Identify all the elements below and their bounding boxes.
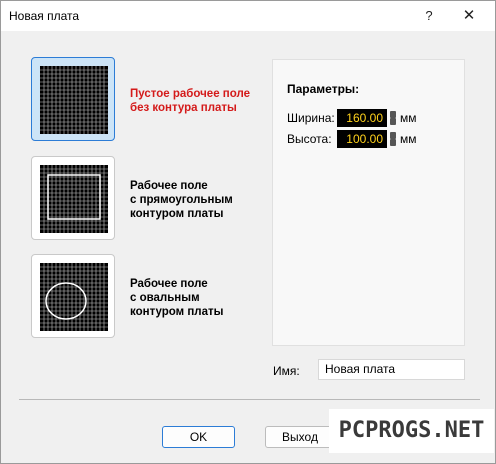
ok-button[interactable]: OK bbox=[162, 426, 235, 448]
name-label: Имя: bbox=[273, 364, 300, 378]
name-input[interactable]: Новая плата bbox=[318, 359, 465, 380]
width-input[interactable]: 160.00 bbox=[337, 109, 387, 127]
spin-down-icon[interactable] bbox=[390, 139, 396, 146]
exit-button[interactable]: Выход bbox=[265, 426, 335, 448]
parameters-title: Параметры: bbox=[287, 82, 360, 96]
spin-up-icon[interactable] bbox=[390, 132, 396, 139]
close-button[interactable]: ✕ bbox=[459, 6, 479, 26]
spin-up-icon[interactable] bbox=[390, 111, 396, 118]
empty-grid-icon bbox=[40, 66, 108, 134]
height-unit: мм bbox=[400, 132, 417, 146]
height-label: Высота: bbox=[287, 132, 332, 146]
option-empty-field[interactable] bbox=[31, 57, 115, 141]
option-empty-field-label[interactable]: Пустое рабочее поле без контура платы bbox=[130, 87, 250, 115]
spin-down-icon[interactable] bbox=[390, 118, 396, 125]
new-board-dialog: Новая плата ? ✕ Пустое рабочее поле без … bbox=[0, 0, 496, 464]
oval-contour-grid-icon bbox=[40, 263, 108, 331]
window-title: Новая плата bbox=[9, 9, 80, 23]
width-unit: мм bbox=[400, 111, 417, 125]
title-bar: Новая плата ? ✕ bbox=[1, 1, 495, 31]
option-oval-contour-label[interactable]: Рабочее поле с овальным контуром платы bbox=[130, 277, 223, 319]
height-input[interactable]: 100.00 bbox=[337, 130, 387, 148]
option-oval-contour[interactable] bbox=[31, 254, 115, 338]
option-rect-contour-label[interactable]: Рабочее поле с прямоугольным контуром пл… bbox=[130, 179, 233, 221]
help-button[interactable]: ? bbox=[419, 6, 439, 26]
separator bbox=[19, 399, 480, 400]
width-spinner[interactable] bbox=[389, 111, 397, 125]
option-rect-contour[interactable] bbox=[31, 156, 115, 240]
width-label: Ширина: bbox=[287, 111, 335, 125]
rect-contour-grid-icon bbox=[40, 165, 108, 233]
height-spinner[interactable] bbox=[389, 132, 397, 146]
parameters-panel bbox=[272, 59, 465, 346]
watermark-logo: PCPROGS.NET bbox=[329, 409, 494, 453]
